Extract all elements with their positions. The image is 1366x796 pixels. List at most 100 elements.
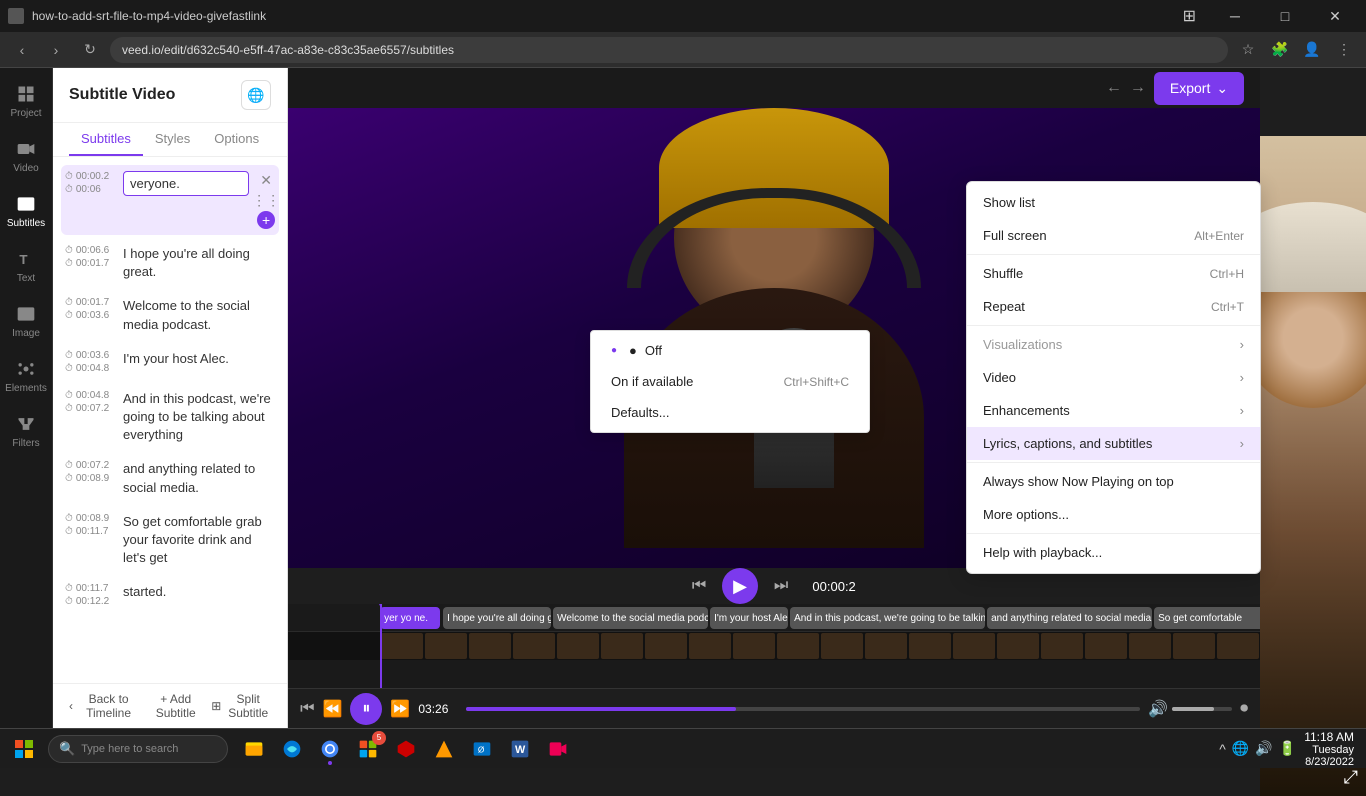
taskbar-app-store[interactable]: 5 — [350, 731, 386, 767]
track-segment[interactable]: So get comfortable — [1154, 607, 1260, 629]
subtitle-input[interactable] — [123, 171, 249, 196]
reload-button[interactable]: ↻ — [76, 36, 104, 64]
subtitle-item[interactable]: ⏱00:00.2 ⏱00:06 ✕ ⋮⋮ + — [61, 165, 279, 235]
start-button[interactable] — [4, 733, 44, 765]
thumbnail — [469, 633, 511, 659]
undo-button[interactable]: ← — [1106, 79, 1122, 97]
taskbar-app-outlook[interactable]: Ø — [464, 731, 500, 767]
minimize-button[interactable]: ─ — [1212, 0, 1258, 32]
skip-back-button[interactable]: ⏮ — [684, 571, 714, 601]
network-icon[interactable]: 🌐 — [1232, 740, 1249, 757]
sidebar-item-subtitles[interactable]: Subtitles — [0, 186, 52, 237]
lyrics-off-item[interactable]: ● Off — [591, 335, 869, 366]
subtitle-item[interactable]: ⏱00:08.9 ⏱00:11.7 So get comfortable gra… — [61, 507, 279, 574]
lyrics-captions-menu-item[interactable]: Lyrics, captions, and subtitles › — [967, 427, 1260, 460]
track-segment[interactable]: I hope you're all doing great. — [443, 607, 551, 629]
taskbar-app-explorer[interactable] — [236, 731, 272, 767]
mp-fast-forward-icon[interactable]: ⏩ — [390, 699, 410, 719]
enhancements-menu-item[interactable]: Enhancements › — [967, 394, 1260, 427]
subtitle-item[interactable]: ⏱00:07.2 ⏱00:08.9 and anything related t… — [61, 454, 279, 502]
shortcut-label: Ctrl+Shift+C — [784, 375, 849, 389]
visualizations-menu-item[interactable]: Visualizations › — [967, 328, 1260, 361]
mp-play-pause-button[interactable]: ⏸ — [350, 693, 382, 725]
tab-subtitles[interactable]: Subtitles — [69, 123, 143, 156]
subtitle-item[interactable]: ⏱00:04.8 ⏱00:07.2 And in this podcast, w… — [61, 384, 279, 451]
close-button[interactable]: ✕ — [1312, 0, 1358, 32]
sidebar-item-filters[interactable]: Filters — [0, 406, 52, 457]
profile-icon[interactable]: 👤 — [1298, 36, 1326, 64]
track-segment[interactable]: yer yo ne. — [380, 607, 440, 629]
taskbar-app-word[interactable]: W — [502, 731, 538, 767]
more-options-menu-item[interactable]: More options... — [967, 498, 1260, 531]
add-subtitle-button[interactable]: + Add Subtitle — [148, 692, 203, 720]
chevron-up-icon[interactable]: ^ — [1219, 741, 1226, 757]
address-bar[interactable] — [110, 37, 1228, 63]
search-placeholder: Type here to search — [81, 743, 178, 755]
taskbar-app-vlc[interactable] — [426, 731, 462, 767]
subtitle-item[interactable]: ⏱00:11.7 ⏱00:12.2 started. — [61, 577, 279, 613]
sound-icon[interactable]: 🔊 — [1255, 740, 1272, 757]
submenu-arrow-icon: › — [1240, 370, 1244, 385]
lyrics-defaults-item[interactable]: Defaults... — [591, 397, 869, 428]
export-button[interactable]: Export ⌄ — [1154, 72, 1244, 105]
track-segment[interactable]: Welcome to the social media podcast. — [553, 607, 708, 629]
sidebar-item-video[interactable]: Video — [0, 131, 52, 182]
main-context-menu[interactable]: Show list Full screen Alt+Enter Shuffle … — [966, 181, 1261, 574]
battery-icon[interactable]: 🔋 — [1279, 740, 1296, 757]
forward-nav-button[interactable]: › — [42, 36, 70, 64]
track-segment[interactable]: I'm your host Alec. — [710, 607, 788, 629]
lyrics-submenu[interactable]: ● Off On if available Ctrl+Shift+C Defau… — [590, 330, 870, 433]
redo-button[interactable]: → — [1130, 79, 1146, 97]
taskbar-apps: 5 Ø W — [236, 731, 576, 767]
settings-icon[interactable]: ⋮ — [1330, 36, 1358, 64]
play-button[interactable]: ▶ — [722, 568, 758, 604]
mp-record-icon[interactable]: ⏺ — [1240, 700, 1248, 718]
repeat-menu-item[interactable]: Repeat Ctrl+T — [967, 290, 1260, 323]
lyrics-on-if-available-item[interactable]: On if available Ctrl+Shift+C — [591, 366, 869, 397]
maximize-button[interactable]: □ — [1262, 0, 1308, 32]
taskbar-app-mcafee[interactable] — [388, 731, 424, 767]
sidebar-item-elements[interactable]: Elements — [0, 351, 52, 402]
mp-mute-icon[interactable]: 🔊 — [1148, 699, 1168, 719]
tab-styles[interactable]: Styles — [143, 123, 202, 156]
taskbar-app-video[interactable] — [540, 731, 576, 767]
taskbar-app-chrome[interactable] — [312, 731, 348, 767]
bookmark-icon[interactable]: ☆ — [1234, 36, 1262, 64]
move-subtitle-button[interactable]: ⋮⋮ — [257, 191, 275, 209]
taskbar-search[interactable]: 🔍 Type here to search — [48, 735, 228, 763]
sidebar-item-project[interactable]: Project — [0, 76, 52, 127]
tab-options[interactable]: Options — [202, 123, 271, 156]
track-segment[interactable]: and anything related to social media. — [987, 607, 1152, 629]
translate-button[interactable]: 🌐 — [241, 80, 271, 110]
mp-progress-bar[interactable] — [466, 707, 1140, 711]
taskbar-app-edge[interactable] — [274, 731, 310, 767]
mp-volume-bar[interactable] — [1172, 707, 1232, 711]
back-to-timeline-button[interactable]: ‹ Back to Timeline — [69, 692, 140, 720]
subtitle-item[interactable]: ⏱00:06.6 ⏱00:01.7 I hope you're all doin… — [61, 239, 279, 287]
thumbnail-row — [288, 632, 1260, 660]
subtitle-item[interactable]: ⏱00:03.6 ⏱00:04.8 I'm your host Alec. — [61, 344, 279, 380]
expand-icon[interactable]: ⤢ — [1344, 767, 1358, 788]
subtitle-item[interactable]: ⏱00:01.7 ⏱00:03.6 Welcome to the social … — [61, 291, 279, 339]
delete-subtitle-button[interactable]: ✕ — [257, 171, 275, 189]
track-segment[interactable]: And in this podcast, we're going to be t… — [790, 607, 985, 629]
split-subtitle-button[interactable]: ⊞ Split Subtitle — [211, 692, 271, 720]
always-show-now-playing-menu-item[interactable]: Always show Now Playing on top — [967, 465, 1260, 498]
extension-icon[interactable]: 🧩 — [1266, 36, 1294, 64]
help-with-playback-menu-item[interactable]: Help with playback... — [967, 536, 1260, 569]
mp-rewind-icon[interactable]: ⏪ — [323, 699, 343, 719]
panel-title: Subtitle Video — [69, 86, 175, 104]
sidebar-item-text[interactable]: T Text — [0, 241, 52, 292]
add-subtitle-inline-button[interactable]: + — [257, 211, 275, 229]
show-list-menu-item[interactable]: Show list — [967, 186, 1260, 219]
taskbar-clock[interactable]: 11:18 AM Tuesday 8/23/2022 — [1304, 730, 1354, 768]
back-nav-button[interactable]: ‹ — [8, 36, 36, 64]
video-menu-item[interactable]: Video › — [967, 361, 1260, 394]
show-list-label: Show list — [983, 195, 1035, 210]
full-screen-menu-item[interactable]: Full screen Alt+Enter — [967, 219, 1260, 252]
skip-forward-button[interactable]: ⏭ — [766, 571, 796, 601]
shuffle-menu-item[interactable]: Shuffle Ctrl+H — [967, 257, 1260, 290]
sidebar-item-image[interactable]: Image — [0, 296, 52, 347]
mp-skip-back-icon[interactable]: ⏮ — [300, 700, 314, 718]
sidebar-label-video: Video — [13, 163, 38, 174]
